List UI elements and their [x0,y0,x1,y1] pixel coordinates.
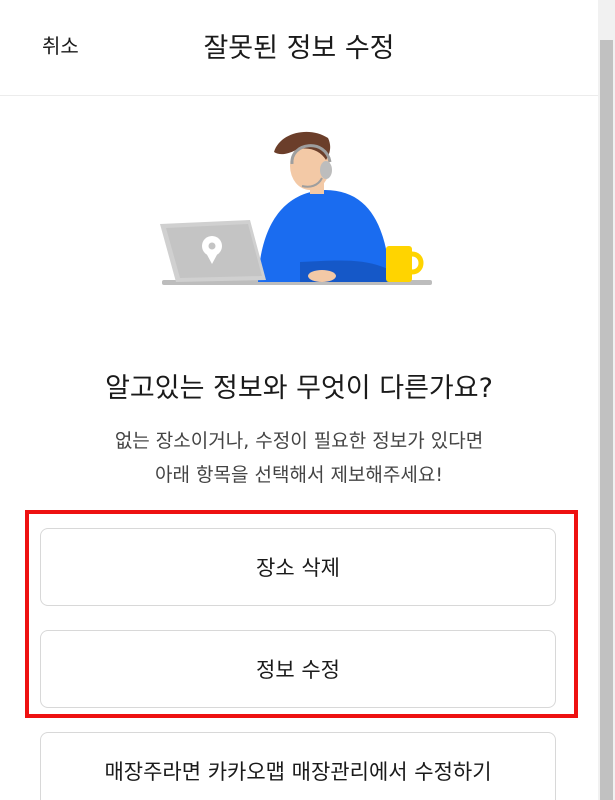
support-agent-illustration [160,131,432,285]
scrollbar[interactable] [598,0,615,800]
description-line-2: 아래 항목을 선택해서 제보해주세요! [155,464,443,486]
scrollbar-thumb[interactable] [600,40,613,800]
description: 없는 장소이거나, 수정이 필요한 정보가 있다면 아래 항목을 선택해서 제보… [0,424,598,492]
delete-place-button[interactable]: 장소 삭제 [40,528,556,606]
page-title: 잘못된 정보 수정 [203,33,395,64]
mug-shape [386,246,412,282]
main-heading: 알고있는 정보와 무엇이 다른가요? [105,373,493,404]
mug-handle [411,251,424,275]
owner-edit-button[interactable]: 매장주라면 카카오맵 매장관리에서 수정하기 [40,732,556,800]
edit-info-button[interactable]: 정보 수정 [40,630,556,708]
headset-ear [320,161,332,179]
header: 취소 잘못된 정보 수정 [0,0,598,96]
description-line-1: 없는 장소이거나, 수정이 필요한 정보가 있다면 [114,430,484,452]
hand-shape [308,270,336,282]
